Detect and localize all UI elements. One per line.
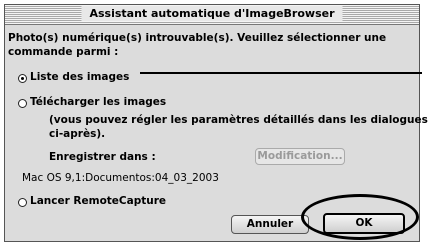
message-line-2: commande parmi :	[8, 46, 119, 58]
option-list-images-label[interactable]: Liste des images	[30, 71, 129, 83]
radio-list-images[interactable]	[18, 74, 27, 83]
radio-download-images[interactable]	[18, 99, 27, 108]
message-line-1: Photo(s) numérique(s) introuvable(s). Ve…	[8, 32, 387, 44]
dialog-title: Assistant automatique d'ImageBrowser	[81, 6, 343, 21]
ok-highlight-ellipse	[301, 194, 419, 240]
option-launch-remotecapture-label[interactable]: Lancer RemoteCapture	[30, 195, 166, 207]
option-download-images-label[interactable]: Télécharger les images	[30, 96, 166, 108]
download-note-line-1: (vous pouvez régler les paramètres détai…	[49, 114, 428, 126]
modify-button[interactable]: Modification...	[255, 148, 345, 165]
title-bar[interactable]: Assistant automatique d'ImageBrowser	[5, 5, 419, 25]
download-note-line-2: ci-après).	[49, 128, 106, 140]
save-path: Mac OS 9,1:Documentos:04_03_2003	[22, 172, 219, 184]
callout-line	[140, 72, 422, 74]
radio-launch-remotecapture[interactable]	[18, 198, 27, 207]
save-to-label: Enregistrer dans :	[49, 151, 156, 163]
cancel-button[interactable]: Annuler	[231, 215, 309, 234]
